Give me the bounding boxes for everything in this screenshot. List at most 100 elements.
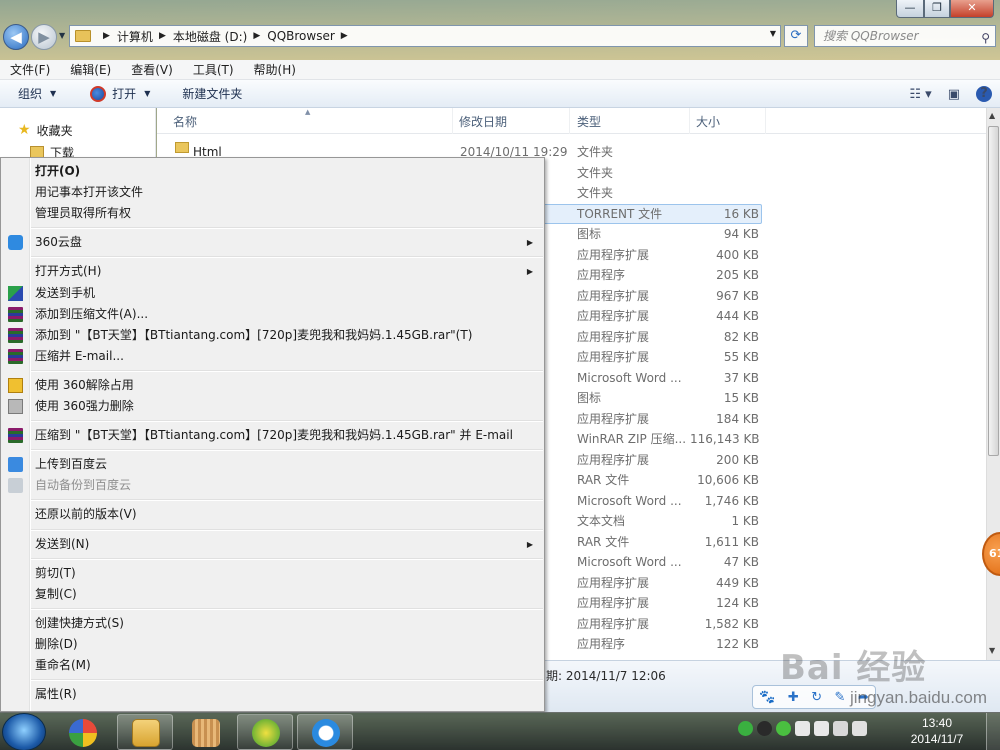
taskbar-clock[interactable]: 13:40 2014/11/7 [906, 715, 968, 747]
menu-help[interactable]: 帮助(H) [244, 60, 306, 79]
file-size: 15 KB [723, 391, 759, 405]
context-menu-item[interactable]: 用记事本打开该文件 [3, 182, 543, 203]
breadcrumb-drive-d[interactable]: 本地磁盘 (D:) ▶ [173, 28, 267, 45]
taskbar-app-explorer[interactable] [117, 714, 173, 750]
file-size: 122 KB [716, 637, 759, 651]
view-options-icon[interactable]: ☷ ▾ [909, 87, 931, 102]
menu-edit[interactable]: 编辑(E) [60, 60, 121, 79]
column-type[interactable]: 类型 [570, 108, 690, 134]
menu-item-label: 添加到 "【BT天堂】【BTtiantang.com】[720p]麦兜我和我妈妈… [35, 327, 473, 342]
file-type: 文件夹 [577, 145, 614, 159]
context-menu-item[interactable]: 删除(D) [3, 634, 543, 655]
tray-cloud-icon[interactable] [795, 721, 810, 736]
file-size: 184 KB [716, 411, 759, 426]
nav-favorites[interactable]: ★ 收藏夹 [0, 119, 155, 141]
file-type: 应用程序扩展 [577, 350, 650, 364]
file-size: 55 KB [723, 350, 759, 364]
preview-pane-icon[interactable]: ▣ [948, 87, 960, 102]
tray-volume-icon[interactable] [852, 721, 867, 736]
file-size: 1,746 KB [704, 493, 759, 508]
back-button[interactable]: ◀ [3, 24, 29, 50]
column-date[interactable]: 修改日期 [453, 108, 570, 134]
context-menu-item[interactable]: 360云盘 ▶ [3, 232, 543, 253]
context-menu-item[interactable]: 添加到压缩文件(A)... [3, 304, 543, 325]
submenu-arrow-icon: ▶ [526, 539, 533, 549]
column-size[interactable]: 大小 [690, 108, 766, 134]
file-type: 应用程序扩展 [577, 247, 650, 262]
modified-date-text: 期: 2014/11/7 12:06 [546, 669, 666, 683]
taskbar-app-pinwheel[interactable] [54, 714, 110, 750]
menu-view[interactable]: 查看(V) [121, 60, 183, 79]
help-icon[interactable]: ? [976, 86, 992, 102]
search-icon[interactable]: ⚲ [981, 28, 990, 48]
file-size: 47 KB [723, 555, 759, 569]
context-menu-item[interactable]: 使用 360解除占用 [3, 375, 543, 396]
context-menu-item[interactable]: 管理员取得所有权 [3, 203, 543, 224]
context-menu-item[interactable]: 打开方式(H) ▶ [3, 261, 543, 282]
breadcrumb-computer[interactable]: 计算机 ▶ [117, 28, 173, 45]
menu-tools[interactable]: 工具(T) [183, 60, 244, 79]
close-button[interactable]: ✕ [950, 0, 994, 18]
file-type: 文本文档 [577, 514, 626, 528]
file-type: 应用程序 [577, 268, 626, 282]
tray-qq-icon[interactable] [757, 721, 772, 736]
tray-flag-icon[interactable] [814, 721, 829, 736]
context-menu-item[interactable]: 创建快捷方式(S) [3, 613, 543, 634]
address-bar[interactable]: ▶ 计算机 ▶ 本地磁盘 (D:) ▶ QQBrowser ▶ ▼ [69, 25, 781, 47]
context-menu-item[interactable]: 添加到 "【BT天堂】【BTtiantang.com】[720p]麦兜我和我妈妈… [3, 325, 543, 346]
tray-network-icon[interactable] [833, 721, 848, 736]
address-dropdown[interactable]: ▼ [770, 29, 776, 38]
context-menu-item[interactable]: 剪切(T) [3, 563, 543, 584]
scroll-up-icon[interactable]: ▲ [989, 111, 995, 120]
context-menu-item[interactable]: 属性(R) [3, 684, 543, 705]
tray-plus-icon[interactable] [738, 721, 753, 736]
context-menu-item[interactable]: 发送到手机 [3, 283, 543, 304]
scrollbar-thumb[interactable] [988, 126, 999, 456]
context-menu-item[interactable]: 使用 360强力删除 [3, 396, 543, 417]
new-folder-button[interactable]: 新建文件夹 [172, 85, 252, 102]
start-button[interactable] [2, 713, 46, 750]
menu-item-label: 上传到百度云 [35, 457, 108, 472]
search-input[interactable]: 搜索 QQBrowser ⚲ [814, 25, 996, 47]
taskbar: 13:40 2014/11/7 [0, 712, 1000, 750]
context-menu-item[interactable]: 上传到百度云 [3, 454, 543, 475]
menu-item-label: 删除(D) [35, 636, 78, 651]
open-button[interactable]: 打开 ▼ [80, 85, 160, 102]
context-menu-item[interactable]: 重命名(M) [3, 655, 543, 676]
context-menu-item[interactable]: 发送到(N) ▶ [3, 534, 543, 555]
taskbar-app-qqbrowser[interactable] [297, 714, 353, 750]
organize-button[interactable]: 组织 ▼ [8, 85, 66, 102]
show-desktop-button[interactable] [986, 713, 1000, 750]
forward-button[interactable]: ▶ [31, 24, 57, 50]
refresh-button[interactable]: ⟳ [784, 25, 808, 47]
context-menu-item[interactable]: 打开(O) [3, 161, 543, 182]
refresh-icon[interactable]: ↻ [811, 690, 822, 705]
tray-360-icon[interactable] [776, 721, 791, 736]
scroll-down-icon[interactable]: ▼ [989, 646, 995, 655]
context-menu-item[interactable]: 压缩并 E-mail... [3, 346, 543, 367]
paw-icon[interactable]: 🐾 [759, 690, 775, 705]
vertical-scrollbar[interactable]: ▲ ▼ [986, 108, 1000, 660]
menu-separator [31, 607, 543, 610]
context-menu-item[interactable]: 压缩到 "【BT天堂】【BTtiantang.com】[720p]麦兜我和我妈妈… [3, 425, 543, 446]
minimize-button[interactable]: — [896, 0, 924, 18]
taskbar-app-green[interactable] [237, 714, 293, 750]
maximize-button[interactable]: ❐ [924, 0, 950, 18]
menu-item-label: 打开方式(H) [35, 264, 102, 279]
star-icon: ★ [18, 122, 31, 138]
breadcrumb-qqbrowser[interactable]: QQBrowser ▶ [267, 29, 354, 43]
edit-icon[interactable]: ✎ [835, 690, 846, 705]
menu-file[interactable]: 文件(F) [0, 60, 60, 79]
context-menu-item[interactable]: 复制(C) [3, 584, 543, 605]
recent-pages-dropdown[interactable]: ▼ [59, 31, 65, 40]
menu-separator [31, 256, 543, 259]
file-size: 205 KB [716, 268, 759, 282]
taskbar-app-notes[interactable] [177, 714, 233, 750]
plus-icon[interactable]: ✚ [788, 690, 799, 705]
context-menu-item[interactable]: 还原以前的版本(V) [3, 504, 543, 525]
winrar-icon [8, 348, 23, 364]
submenu-arrow-icon: ▶ [526, 267, 533, 277]
column-name[interactable]: 名称 [157, 108, 453, 134]
pinwheel-app-icon [69, 719, 97, 747]
chevron-right-icon[interactable]: ▶ [103, 31, 110, 41]
